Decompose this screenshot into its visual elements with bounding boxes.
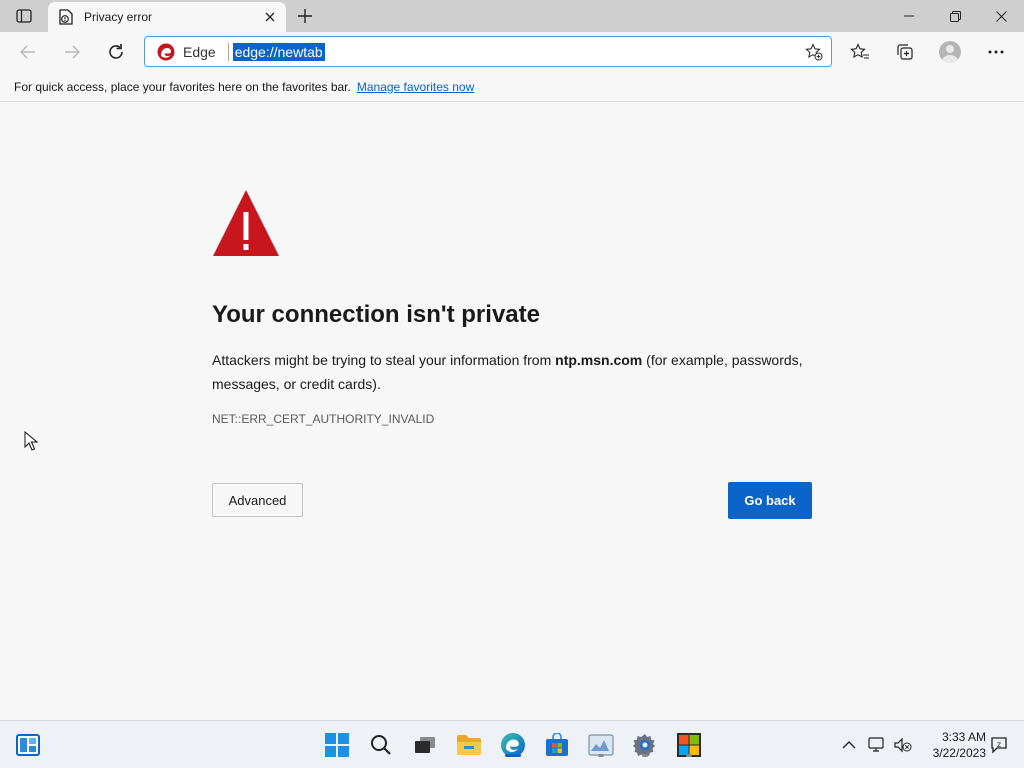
search-icon: [371, 735, 391, 755]
favorites-bar: For quick access, place your favorites h…: [0, 72, 1024, 102]
show-hidden-icons-button[interactable]: [838, 734, 860, 756]
task-view-button[interactable]: [409, 729, 441, 761]
page-warning-icon: [58, 9, 74, 25]
error-title: Your connection isn't private: [212, 301, 540, 328]
browser-toolbar: Edge edge://newtab: [0, 32, 1024, 72]
add-favorite-star-icon[interactable]: [803, 41, 825, 63]
clock-date: 3/22/2023: [932, 746, 986, 760]
refresh-button[interactable]: [101, 37, 131, 67]
network-monitor-icon: [868, 737, 884, 752]
settings-app-button[interactable]: [629, 729, 661, 761]
running-app-indicator: [598, 754, 604, 757]
edge-warning-logo-icon: [157, 43, 175, 60]
tab-actions-icon: [16, 9, 32, 23]
back-arrow-icon: [20, 45, 35, 59]
manage-favorites-link[interactable]: Manage favorites now: [357, 80, 474, 94]
favorites-bar-message: For quick access, place your favorites h…: [14, 79, 351, 94]
advanced-button[interactable]: Advanced: [212, 483, 303, 517]
error-code: NET::ERR_CERT_AUTHORITY_INVALID: [212, 412, 435, 426]
favorites-button[interactable]: [845, 37, 875, 67]
favorites-star-list-icon: [850, 43, 869, 59]
clock-time: 3:33 AM: [941, 730, 986, 744]
store-button[interactable]: [541, 729, 573, 761]
error-description: Attackers might be trying to steal your …: [212, 348, 822, 396]
photos-app-button[interactable]: [585, 729, 617, 761]
more-dots-icon: [988, 50, 1004, 54]
running-app-indicator: [642, 754, 648, 757]
task-view-icon: [415, 737, 435, 753]
minimize-icon: [904, 15, 914, 17]
start-button[interactable]: [321, 729, 353, 761]
address-bar-divider: [227, 42, 229, 61]
error-page: Your connection isn't private Attackers …: [0, 103, 1024, 720]
file-explorer-button[interactable]: [453, 729, 485, 761]
tab-privacy-error[interactable]: Privacy error: [48, 2, 286, 32]
go-back-button[interactable]: Go back: [728, 482, 812, 519]
tab-title: Privacy error: [84, 10, 153, 24]
site-chip-label: Edge: [183, 43, 216, 60]
address-bar[interactable]: Edge edge://newtab: [144, 36, 832, 67]
title-bar: Privacy error: [0, 0, 1024, 32]
avatar: [939, 41, 961, 63]
forward-button[interactable]: [57, 37, 87, 67]
network-tray-button[interactable]: [866, 734, 888, 756]
volume-tray-button[interactable]: [892, 734, 914, 756]
svg-text:z: z: [997, 740, 1001, 749]
refresh-icon: [109, 44, 123, 59]
warning-triangle-icon: [213, 190, 279, 256]
minimize-button[interactable]: [886, 0, 932, 32]
active-app-indicator: [505, 754, 521, 757]
widgets-button[interactable]: [12, 729, 44, 761]
back-button[interactable]: [13, 37, 43, 67]
edge-taskbar-button[interactable]: [497, 729, 529, 761]
new-tab-button[interactable]: [292, 4, 318, 28]
taskbar: 3:33 AM 3/22/2023 z: [0, 720, 1024, 768]
restore-icon: [949, 10, 961, 22]
close-window-button[interactable]: [978, 0, 1024, 32]
widgets-icon: [16, 734, 40, 756]
error-host: ntp.msn.com: [555, 352, 643, 368]
close-icon: [995, 10, 1007, 22]
chart-window-icon: [588, 734, 614, 756]
plus-icon: [298, 9, 312, 23]
restore-button[interactable]: [932, 0, 978, 32]
settings-more-button[interactable]: [981, 37, 1011, 67]
site-info-chip[interactable]: Edge: [145, 37, 228, 66]
taskbar-clock[interactable]: 3:33 AM 3/22/2023: [920, 729, 986, 761]
collections-icon: [897, 44, 913, 60]
folder-icon: [457, 735, 481, 755]
notification-icon: z: [991, 737, 1007, 754]
windows-start-icon: [325, 733, 349, 757]
volume-muted-icon: [894, 737, 912, 753]
store-bag-icon: [546, 733, 568, 756]
running-app-indicator: [686, 754, 692, 757]
tab-close-icon[interactable]: [258, 5, 282, 29]
forward-arrow-icon: [65, 45, 80, 59]
url-text-selected[interactable]: edge://newtab: [232, 42, 325, 61]
chevron-up-icon: [842, 741, 856, 749]
search-button[interactable]: [365, 729, 397, 761]
error-description-prefix: Attackers might be trying to steal your …: [212, 352, 556, 368]
profile-button[interactable]: [935, 37, 965, 67]
collections-button[interactable]: [890, 37, 920, 67]
tab-actions-menu-button[interactable]: [10, 5, 38, 27]
office-app-button[interactable]: [673, 729, 705, 761]
mouse-cursor-icon: [24, 431, 38, 451]
notifications-button[interactable]: z: [988, 734, 1010, 756]
